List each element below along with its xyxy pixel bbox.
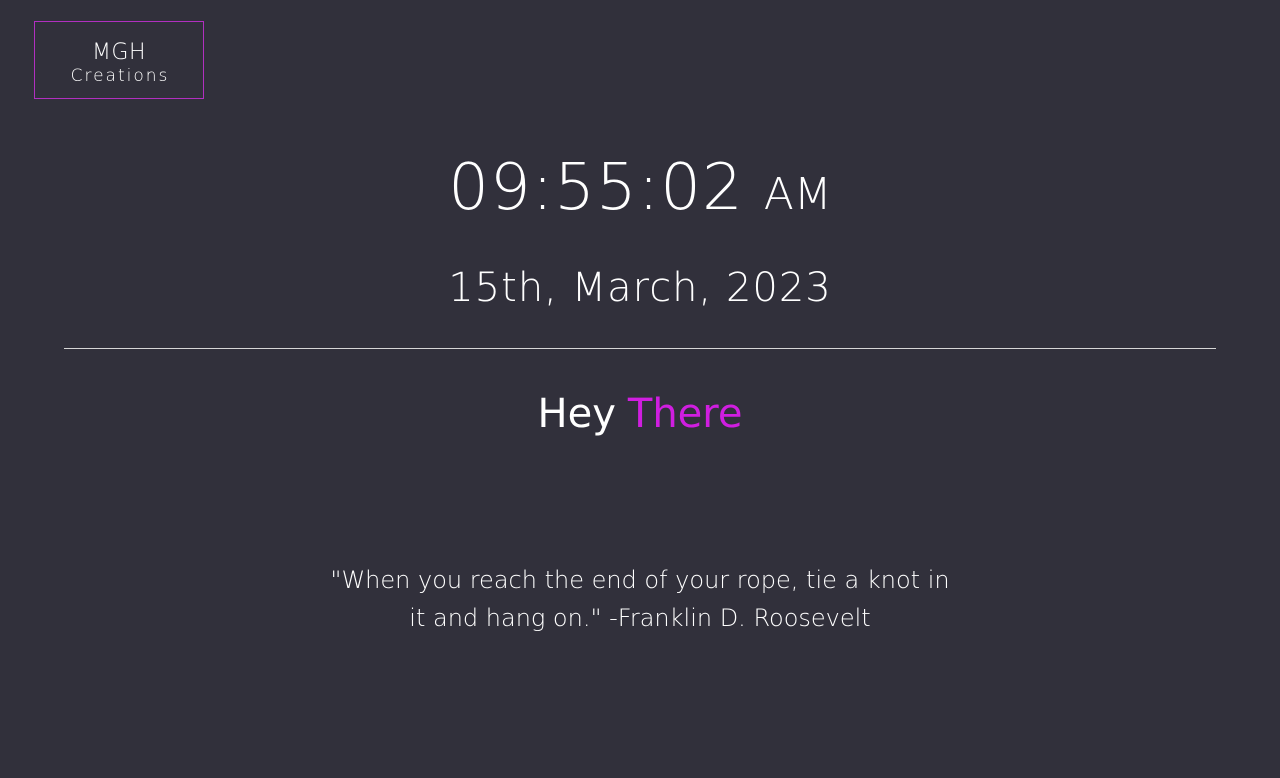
logo-main-text: MGH <box>91 40 147 65</box>
logo-sub-text: Creations <box>70 66 170 86</box>
clock: 09:55:02 AM <box>0 148 1280 235</box>
greeting-word-1: Hey <box>537 391 616 437</box>
greeting-word-2: There <box>627 391 743 437</box>
current-date: 15th, March, 2023 <box>448 265 832 311</box>
page: MGH Creations 09:55:02 AM 15th, March, 20… <box>0 0 1280 778</box>
divider <box>64 348 1216 349</box>
quote-text: "When you reach the end of your rope, ti… <box>330 566 950 632</box>
clock-ampm: AM <box>763 169 832 220</box>
greeting: Hey There <box>0 388 1280 440</box>
brand-logo[interactable]: MGH Creations <box>34 21 204 99</box>
clock-time: 09:55:02 <box>448 151 744 225</box>
